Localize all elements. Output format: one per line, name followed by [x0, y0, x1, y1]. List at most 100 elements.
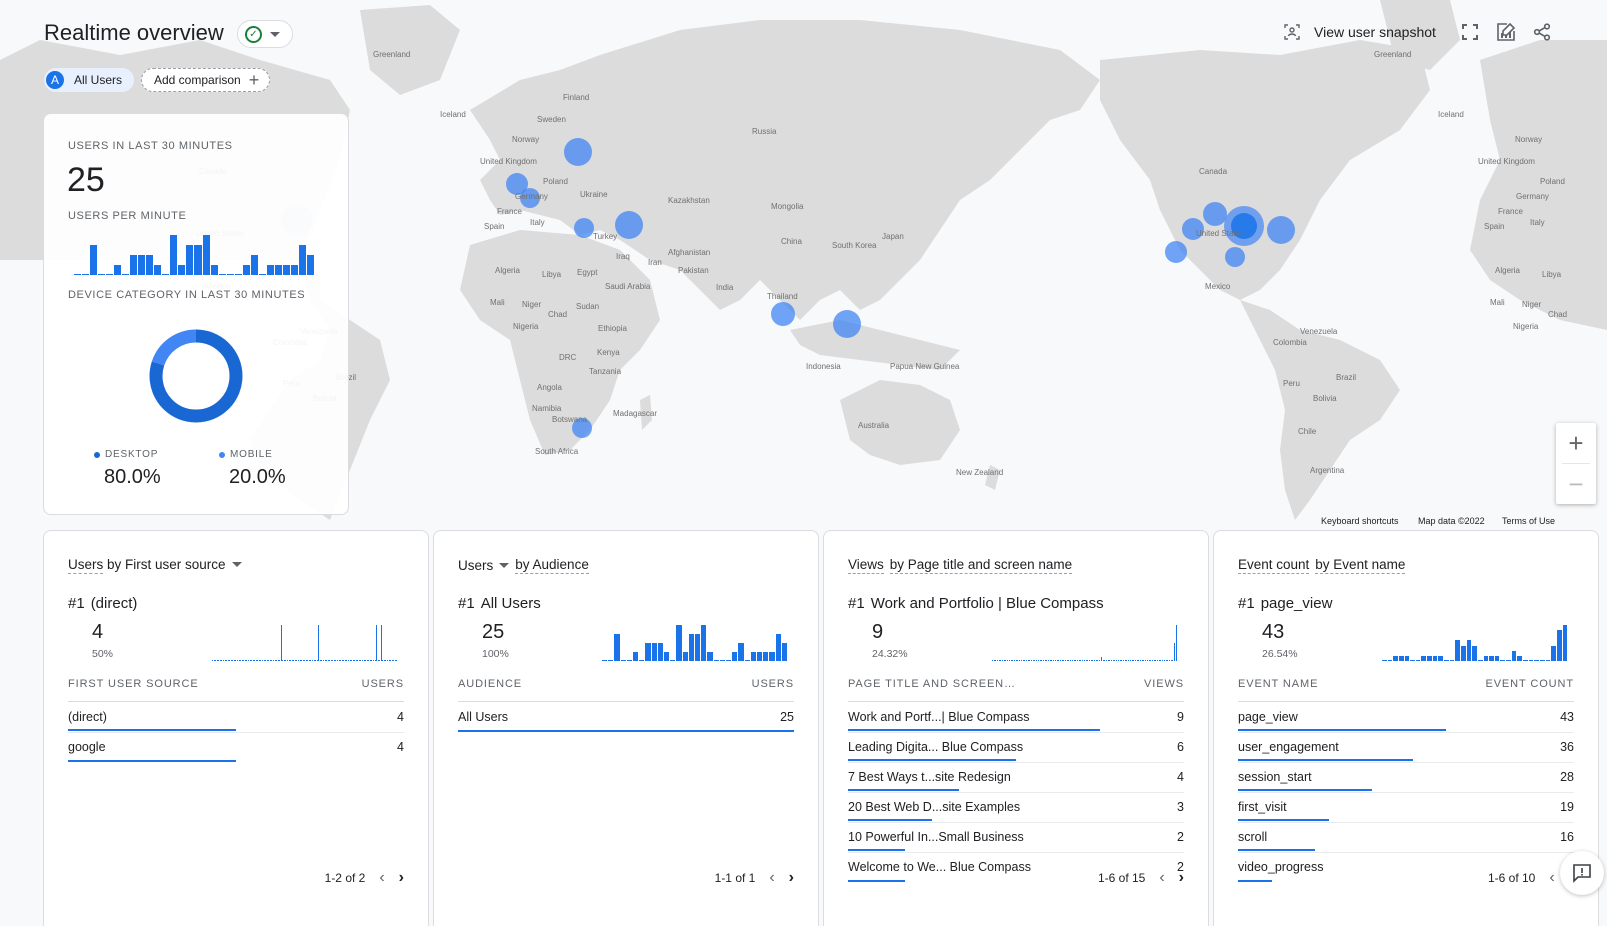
sparkline-bar — [266, 660, 268, 661]
sparkline-bar — [355, 660, 357, 661]
sparkline-bar — [269, 660, 271, 661]
comparison-chip-all-users[interactable]: A All Users — [44, 68, 135, 92]
device-category-label: DEVICE CATEGORY IN LAST 30 MINUTES — [68, 289, 306, 301]
map-label: Kazakhstan — [668, 196, 710, 205]
table-row[interactable]: user_engagement 36 — [1238, 733, 1574, 763]
sparkline-bar — [138, 255, 146, 275]
table-row[interactable]: 7 Best Ways t...site Redesign 4 — [848, 763, 1184, 793]
table-header-divider — [848, 701, 1184, 702]
feedback-icon — [1573, 864, 1591, 883]
map-label: Japan — [882, 232, 904, 241]
table-row[interactable]: All Users 25 — [458, 703, 794, 733]
sparkline-bar — [1008, 660, 1011, 661]
view-user-snapshot-button[interactable]: View user snapshot — [1314, 24, 1436, 40]
map-label: DRC — [559, 353, 577, 362]
map-label: Australia — [858, 421, 890, 430]
table-row[interactable]: session_start 28 — [1238, 763, 1574, 793]
customize-report-icon[interactable] — [1496, 22, 1516, 42]
sparkline-bar — [271, 660, 272, 661]
table-row[interactable]: 10 Powerful In...Small Business 2 — [848, 823, 1184, 853]
table-row[interactable]: Leading Digita... Blue Compass 6 — [848, 733, 1184, 763]
row-value: 36 — [1560, 740, 1574, 754]
map-label: Thailand — [767, 292, 798, 301]
sparkline-bar — [337, 660, 338, 661]
map-label: Namibia — [532, 404, 562, 413]
sparkline-bar — [1455, 640, 1460, 661]
card-title-metric-users[interactable]: Users by First user source — [68, 557, 226, 574]
sparkline-bar — [633, 652, 639, 661]
sparkline-bar — [1147, 660, 1149, 661]
sparkline-bar — [1466, 640, 1472, 661]
metric-label[interactable]: Users — [458, 558, 493, 573]
top-item: #1 All Users — [458, 595, 541, 612]
user-snapshot-icon[interactable] — [1284, 24, 1300, 40]
sparkline-bar — [313, 660, 315, 661]
share-icon[interactable] — [1532, 22, 1552, 42]
table-row[interactable]: Work and Portf...| Blue Compass 9 — [848, 703, 1184, 733]
row-proportion-bar — [1238, 729, 1447, 731]
prev-page-button[interactable]: ‹ — [1549, 869, 1554, 887]
table-row[interactable]: scroll 16 — [1238, 823, 1574, 853]
top-item-percent: 26.54% — [1262, 648, 1298, 660]
table-rows: page_view 43 user_engagement 36 session_star… — [1238, 703, 1574, 883]
sparkline-bar — [1062, 660, 1064, 661]
prev-page-button[interactable]: ‹ — [1159, 869, 1164, 887]
next-page-button[interactable]: › — [399, 869, 404, 887]
sparkline-bar — [262, 660, 263, 661]
top-item: #1 (direct) — [68, 595, 137, 612]
table-header-divider — [1238, 701, 1574, 702]
sparkline-bar — [1154, 660, 1156, 661]
table-row[interactable]: page_view 43 — [1238, 703, 1574, 733]
map-label: Afghanistan — [668, 248, 711, 257]
fullscreen-icon[interactable] — [1460, 22, 1480, 42]
map-label: Germany — [515, 192, 548, 201]
sparkline-bar — [1081, 660, 1084, 661]
map-label: Greenland — [373, 50, 411, 59]
table-row[interactable]: google 4 — [68, 733, 404, 763]
prev-page-button[interactable]: ‹ — [379, 869, 384, 887]
rank-label: #1 — [458, 595, 475, 612]
sparkline-bar — [738, 643, 744, 661]
dimension-dropdown-icon[interactable] — [231, 562, 242, 567]
sparkline-bar — [258, 274, 266, 275]
sparkline-bar — [298, 245, 306, 275]
sparkline-bar — [280, 625, 282, 661]
top-item-name: page_view — [1260, 595, 1333, 612]
sparkline-bar — [215, 660, 216, 661]
zoom-in-button[interactable]: + — [1556, 423, 1596, 463]
row-value: 9 — [1177, 710, 1184, 724]
row-value: 25 — [780, 710, 794, 724]
terms-of-use-link[interactable]: Terms of Use — [1502, 516, 1555, 526]
sparkline-bar — [1432, 655, 1438, 661]
chevron-down-icon — [270, 31, 280, 37]
map-label: Iceland — [1438, 110, 1464, 119]
header-actions: View user snapshot — [1284, 20, 1568, 44]
sparkline-bar — [1166, 660, 1168, 661]
sparkline-bar — [602, 660, 608, 661]
table-row[interactable]: (direct) 4 — [68, 703, 404, 733]
keyboard-shortcuts-link[interactable]: Keyboard shortcuts — [1321, 516, 1399, 526]
mobile-percent: 20.0% — [229, 466, 286, 488]
sparkline-bar — [1149, 660, 1151, 661]
sparkline-bar — [130, 255, 138, 275]
sparkline-bar — [719, 660, 726, 661]
sparkline-bar — [226, 660, 227, 661]
row-proportion-bar — [848, 819, 932, 821]
table-row[interactable]: 20 Best Web D...site Examples 3 — [848, 793, 1184, 823]
sparkline-bar — [170, 235, 178, 275]
next-page-button[interactable]: › — [789, 869, 794, 887]
plus-icon: + — [248, 70, 260, 90]
row-name: All Users — [458, 710, 509, 724]
table-row[interactable]: first_visit 19 — [1238, 793, 1574, 823]
feedback-button[interactable] — [1560, 851, 1604, 895]
metric-dropdown-icon[interactable] — [499, 563, 510, 568]
bubble-malaysia — [833, 310, 861, 338]
prev-page-button[interactable]: ‹ — [769, 869, 774, 887]
zoom-out-button[interactable]: − — [1556, 464, 1596, 504]
data-quality-dropdown[interactable]: ✓ — [237, 20, 293, 48]
users-per-minute-chart — [74, 231, 314, 275]
top-item: #1 Work and Portfolio | Blue Compass — [848, 595, 1104, 612]
next-page-button[interactable]: › — [1179, 869, 1184, 887]
add-comparison-button[interactable]: Add comparison + — [141, 68, 271, 92]
sparkline-bar — [1139, 660, 1142, 661]
